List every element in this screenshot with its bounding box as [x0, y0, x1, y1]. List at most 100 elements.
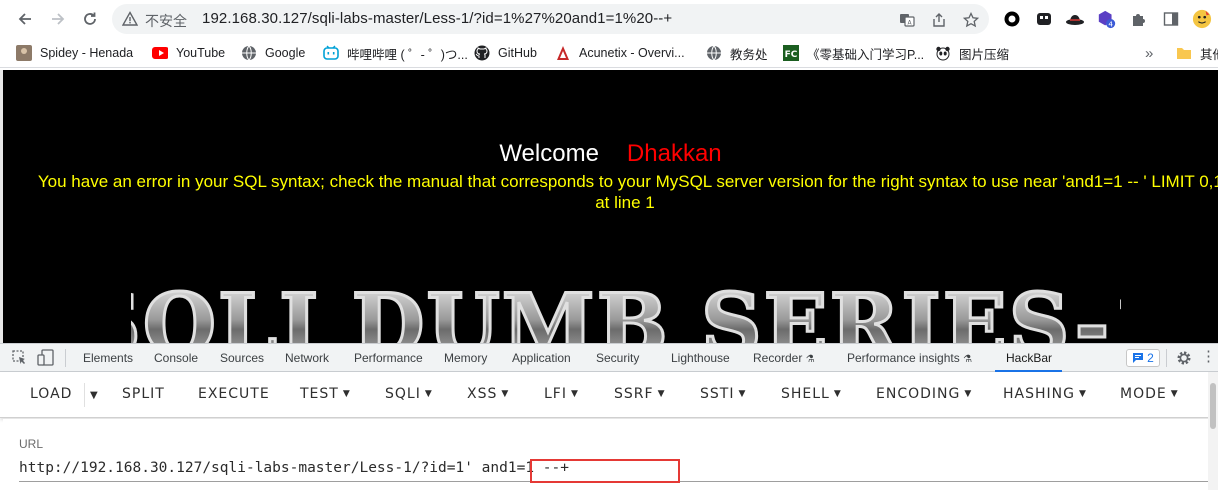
scrollbar-thumb[interactable]: [1210, 383, 1216, 429]
welcome-heading: Welcome Dhakkan: [3, 140, 1218, 168]
forward-button[interactable]: [46, 7, 70, 31]
menu-label: SSRF: [614, 386, 654, 402]
bookmark-fishc[interactable]: FC 《零基础入门学习P...: [783, 43, 924, 63]
tab-performance[interactable]: Performance: [354, 351, 423, 365]
reload-button[interactable]: [78, 7, 102, 31]
shell-menu[interactable]: SHELL ▼: [781, 386, 842, 402]
sqli-menu[interactable]: SQLI ▼: [385, 386, 433, 402]
bookmark-star-icon[interactable]: [961, 10, 981, 30]
address-bar[interactable]: 不安全 192.168.30.127/sqli-labs-master/Less…: [112, 4, 989, 34]
lfi-menu[interactable]: LFI ▼: [544, 386, 579, 402]
extensions-puzzle-icon[interactable]: [1129, 9, 1149, 29]
bookmark-label: Google: [265, 46, 306, 60]
acunetix-icon: [555, 45, 571, 61]
reload-icon: [84, 12, 96, 25]
bookmark-label: 其他: [1200, 47, 1218, 62]
test-menu[interactable]: TEST ▼: [300, 386, 351, 402]
device-toolbar-icon[interactable]: [37, 349, 55, 371]
banner-text: SQLI DUMB SERIES-1: [131, 278, 1121, 343]
share-icon[interactable]: [929, 10, 949, 30]
extension-game-icon[interactable]: [1034, 9, 1054, 29]
bookmark-other-folder[interactable]: 其他: [1176, 43, 1218, 63]
folder-icon: [1176, 45, 1192, 61]
menu-label: HASHING: [1003, 386, 1075, 402]
load-dropdown-caret[interactable]: ▼: [90, 390, 99, 401]
page-content: Welcome Dhakkan You have an error in your…: [3, 70, 1218, 343]
hashing-menu[interactable]: HASHING ▼: [1003, 386, 1087, 402]
bookmark-jiaowuchu[interactable]: 教务处: [706, 43, 768, 63]
globe-icon: [706, 45, 722, 61]
youtube-icon: [152, 45, 168, 61]
bookmark-google[interactable]: Google: [241, 43, 305, 63]
caret-down-icon: ▼: [833, 389, 842, 399]
bookmark-label: 哔哩哔哩 ( ゜- ゜)つ...: [347, 47, 468, 62]
inspect-element-icon[interactable]: [12, 350, 27, 370]
sql-error-message: You have an error in your SQL syntax; ch…: [17, 171, 1218, 213]
translate-icon[interactable]: A: [897, 10, 917, 30]
execute-button[interactable]: EXECUTE: [198, 386, 270, 402]
insecure-label[interactable]: 不安全: [145, 11, 187, 31]
tab-application[interactable]: Application: [512, 351, 571, 365]
caret-down-icon: ▼: [738, 389, 747, 399]
url-input[interactable]: http://192.168.30.127/sqli-labs-master/L…: [19, 460, 569, 476]
caret-down-icon: ▼: [1078, 389, 1087, 399]
fishc-icon: FC: [783, 45, 799, 61]
bookmark-label: YouTube: [176, 46, 226, 60]
menu-label: MODE: [1120, 386, 1167, 402]
bookmark-label: GitHub: [498, 46, 537, 60]
tab-network[interactable]: Network: [285, 351, 329, 365]
caret-down-icon: ▼: [964, 389, 973, 399]
menu-label: LFI: [544, 386, 567, 402]
welcome-text: Welcome: [499, 140, 599, 167]
ssrf-menu[interactable]: SSRF ▼: [614, 386, 665, 402]
side-panel-icon[interactable]: [1161, 9, 1181, 29]
flask-icon: ⚗: [963, 354, 973, 365]
sqli-dumb-series-banner: SQLI DUMB SERIES-1: [131, 278, 1121, 343]
menu-label: ENCODING: [876, 386, 961, 402]
bookmark-spidey[interactable]: Spidey - Henada: [16, 43, 133, 63]
extension-badge-count: 4: [1108, 19, 1113, 28]
profile-avatar-icon[interactable]: [1192, 9, 1212, 29]
extension-hat-icon[interactable]: [1065, 9, 1085, 29]
tab-performance-insights[interactable]: Performance insights ⚗: [847, 351, 972, 365]
flask-icon: ⚗: [805, 354, 815, 365]
devtools-panel: Elements Console Sources Network Perform…: [0, 343, 1218, 490]
tab-divider: [65, 349, 66, 367]
caret-down-icon: ▼: [501, 389, 510, 399]
bookmarks-overflow-button[interactable]: »: [1145, 43, 1153, 63]
more-options-icon[interactable]: ⋮: [1201, 348, 1216, 366]
menu-label: TEST: [300, 386, 339, 402]
bookmark-youtube[interactable]: YouTube: [152, 43, 225, 63]
tab-security[interactable]: Security: [596, 351, 639, 365]
tab-console[interactable]: Console: [154, 351, 198, 365]
tab-recorder[interactable]: Recorder ⚗: [753, 351, 815, 365]
warning-icon[interactable]: [121, 11, 139, 32]
xss-menu[interactable]: XSS ▼: [467, 386, 509, 402]
tab-sources[interactable]: Sources: [220, 351, 264, 365]
tab-hackbar[interactable]: HackBar: [1006, 351, 1052, 365]
settings-gear-icon[interactable]: [1176, 350, 1192, 371]
tab-lighthouse[interactable]: Lighthouse: [671, 351, 730, 365]
split-button[interactable]: SPLIT: [122, 386, 165, 402]
browser-toolbar: 不安全 192.168.30.127/sqli-labs-master/Less…: [0, 0, 1218, 38]
mode-menu[interactable]: MODE ▼: [1120, 386, 1179, 402]
load-button[interactable]: LOAD: [30, 386, 72, 402]
message-icon: [1133, 353, 1144, 363]
bookmark-label: Spidey - Henada: [40, 46, 134, 60]
extension-cube-icon[interactable]: 4: [1097, 9, 1117, 29]
sql-error-line-2: at line 1: [595, 193, 655, 212]
menu-label: SHELL: [781, 386, 830, 402]
bookmark-acunetix[interactable]: Acunetix - Overvi...: [555, 43, 685, 63]
extension-circle-icon[interactable]: [1002, 9, 1022, 29]
encoding-menu[interactable]: ENCODING ▼: [876, 386, 972, 402]
bookmark-bilibili[interactable]: 哔哩哔哩 ( ゜- ゜)つ...: [323, 43, 468, 63]
hackbar-url-panel: URL http://192.168.30.127/sqli-labs-mast…: [3, 419, 1218, 490]
issues-badge[interactable]: 2: [1126, 349, 1160, 367]
bookmark-github[interactable]: GitHub: [474, 43, 537, 63]
bookmark-image-compress[interactable]: 图片压缩: [935, 43, 1009, 63]
tab-elements[interactable]: Elements: [83, 351, 133, 365]
back-button[interactable]: [13, 7, 37, 31]
tab-memory[interactable]: Memory: [444, 351, 487, 365]
ssti-menu[interactable]: SSTI ▼: [700, 386, 746, 402]
address-url[interactable]: 192.168.30.127/sqli-labs-master/Less-1/?…: [202, 10, 672, 27]
